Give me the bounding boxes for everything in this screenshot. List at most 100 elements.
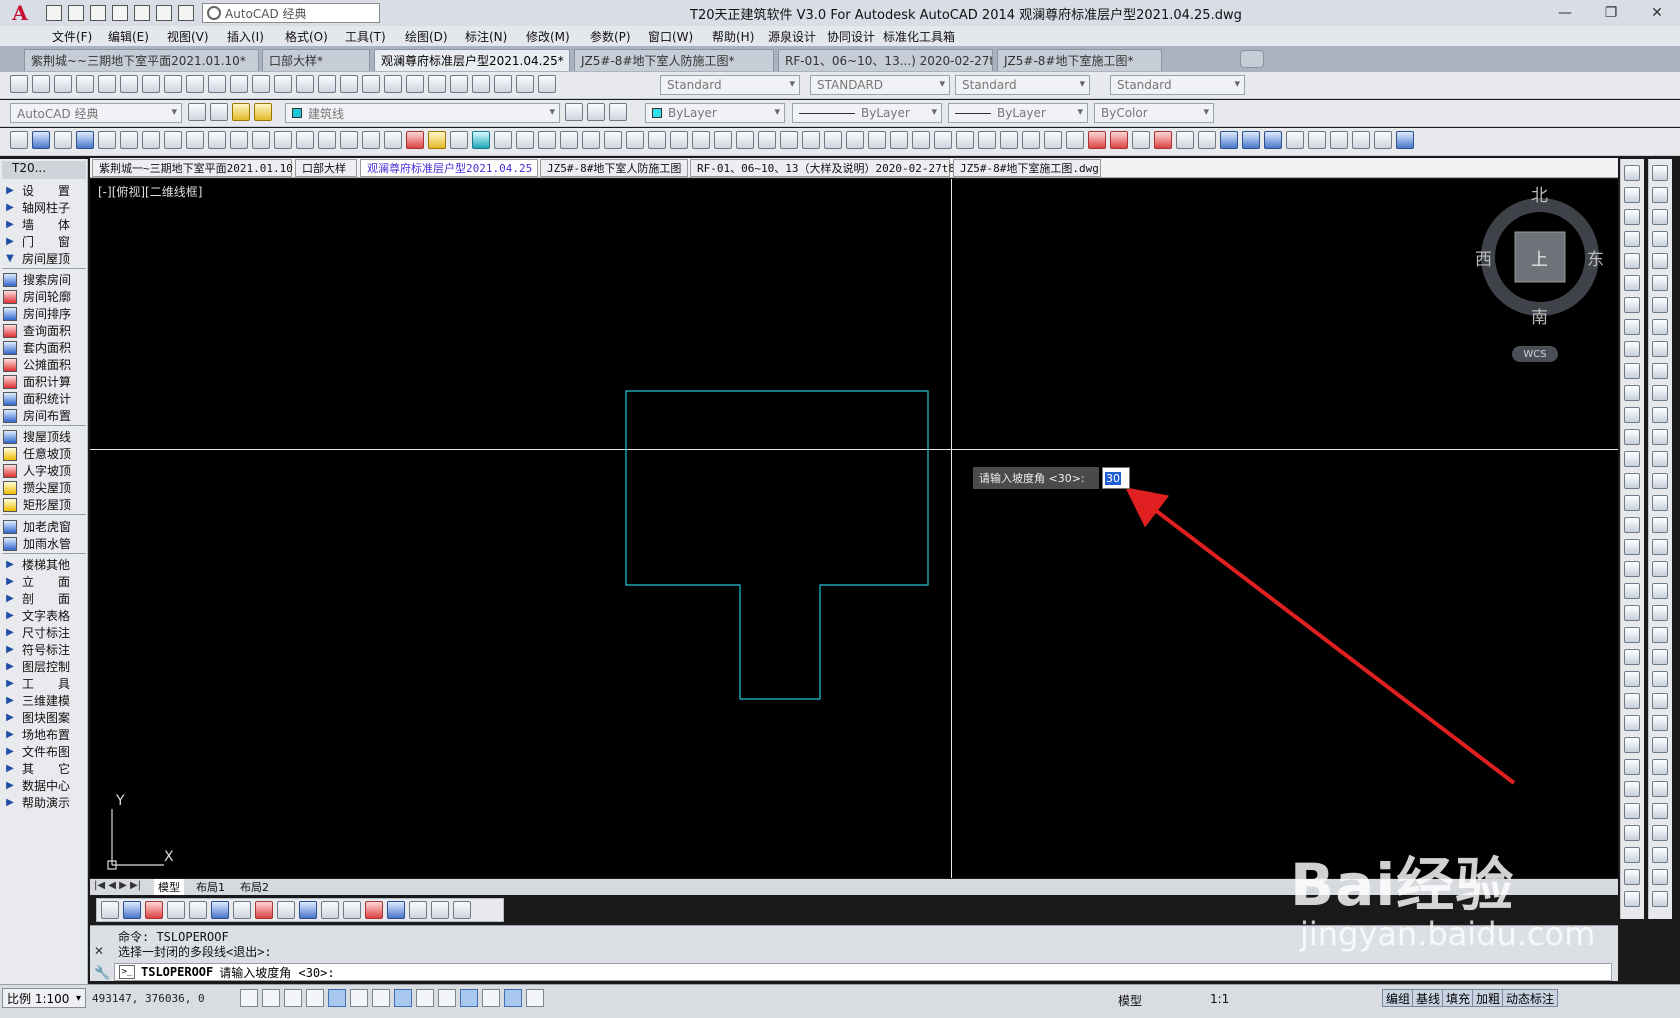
paste-icon[interactable] [208, 75, 226, 93]
tianzheng-tool-23-icon[interactable] [1652, 671, 1668, 687]
toolbar-tool-56-icon[interactable] [1242, 131, 1260, 149]
room-command-3[interactable]: 查询面积 [0, 322, 88, 339]
drafting-setting-10-icon[interactable] [460, 989, 478, 1007]
make-current-icon[interactable] [565, 103, 583, 121]
sun-icon[interactable] [254, 103, 272, 121]
toolbar-tool-23-icon[interactable] [516, 131, 534, 149]
modify-tool-5-icon[interactable] [1624, 275, 1640, 291]
tianzheng-tool-1-icon[interactable] [1652, 187, 1668, 203]
toolbar-tool-3-icon[interactable] [76, 131, 94, 149]
plotstyle-select[interactable]: ByColor [1094, 103, 1214, 123]
tianzheng-tool-0-icon[interactable] [1652, 165, 1668, 181]
tianzheng-tool-20-icon[interactable] [1652, 605, 1668, 621]
toolbar-tool-35-icon[interactable] [780, 131, 798, 149]
layer-select[interactable]: 建筑线 [285, 103, 560, 123]
compass-east[interactable]: 东 [1587, 245, 1604, 270]
menu-item-5[interactable]: 工具(T) [345, 28, 386, 45]
model-space-label[interactable]: 模型 [1118, 992, 1142, 1009]
file-tab-2[interactable]: 观澜尊府标准层户型2021.04.25 [360, 159, 538, 177]
match-prop-icon[interactable] [230, 75, 248, 93]
modify-tool-33-icon[interactable] [1624, 891, 1640, 907]
toolbar-tool-63-icon[interactable] [1396, 131, 1414, 149]
toolbar-tool-62-icon[interactable] [1374, 131, 1392, 149]
tianzheng-tool-17-icon[interactable] [1652, 539, 1668, 555]
modify-tool-31-icon[interactable] [1624, 847, 1640, 863]
toolbar-tool-4-icon[interactable] [98, 131, 116, 149]
zoom-previous-icon[interactable] [384, 75, 402, 93]
command-input[interactable]: >_ TSLOPEROOF 请输入坡度角 <30>: [114, 963, 1612, 981]
toolbar-tool-60-icon[interactable] [1330, 131, 1348, 149]
tianzheng-bottom-tool-15-icon[interactable] [431, 901, 449, 919]
drafting-setting-8-icon[interactable] [416, 989, 434, 1007]
color-select[interactable]: ByLayer [645, 103, 785, 123]
menu-group-more-2[interactable]: ▶ 剖 面 [0, 590, 88, 607]
tianzheng-tool-15-icon[interactable] [1652, 495, 1668, 511]
annotation-scale[interactable]: 1:1 [1210, 992, 1229, 1006]
sheetset-icon[interactable] [472, 75, 490, 93]
toolbar-tool-1-icon[interactable] [32, 131, 50, 149]
command-prompt-icon[interactable]: >_ [119, 965, 135, 979]
drafting-setting-7-icon[interactable] [394, 989, 412, 1007]
modify-tool-2-icon[interactable] [1624, 209, 1640, 225]
menu-group-more-3[interactable]: ▶ 文字表格 [0, 607, 88, 624]
tianzheng-bottom-tool-1-icon[interactable] [123, 901, 141, 919]
layer-previous-icon[interactable] [587, 103, 605, 121]
toolbar-tool-58-icon[interactable] [1286, 131, 1304, 149]
drafting-setting-1-icon[interactable] [262, 989, 280, 1007]
workspace-select[interactable]: AutoCAD 经典 [202, 3, 380, 23]
menu-item-8[interactable]: 修改(M) [526, 28, 570, 45]
dim-style-select[interactable]: STANDARD [810, 75, 950, 95]
toolbar-tool-6-icon[interactable] [142, 131, 160, 149]
save-icon[interactable] [90, 5, 106, 21]
toolbar-tool-15-icon[interactable] [340, 131, 358, 149]
dynamic-input-field[interactable]: 30 [1102, 467, 1130, 489]
toolbar-tool-51-icon[interactable] [1132, 131, 1150, 149]
tianzheng-bottom-tool-9-icon[interactable] [299, 901, 317, 919]
tianzheng-bottom-tool-4-icon[interactable] [189, 901, 207, 919]
modify-tool-1-icon[interactable] [1624, 187, 1640, 203]
toolbar-tool-44-icon[interactable] [978, 131, 996, 149]
tianzheng-tool-31-icon[interactable] [1652, 847, 1668, 863]
tianzheng-tool-3-icon[interactable] [1652, 231, 1668, 247]
lineweight-select[interactable]: ByLayer [948, 103, 1088, 123]
menu-item-4[interactable]: 格式(O) [285, 28, 328, 45]
toolbar-tool-54-icon[interactable] [1198, 131, 1216, 149]
tianzheng-tool-19-icon[interactable] [1652, 583, 1668, 599]
drafting-setting-4-icon[interactable] [328, 989, 346, 1007]
tianzheng-tool-5-icon[interactable] [1652, 275, 1668, 291]
toolbar-tool-28-icon[interactable] [626, 131, 644, 149]
layout-tab-2[interactable]: 布局2 [240, 879, 269, 895]
menu-item-10[interactable]: 窗口(W) [648, 28, 693, 45]
drafting-setting-2-icon[interactable] [284, 989, 302, 1007]
compass-west[interactable]: 西 [1475, 245, 1492, 270]
new-file-icon[interactable] [46, 5, 62, 21]
toolbar-tool-45-icon[interactable] [1000, 131, 1018, 149]
scale-select[interactable]: 比例 1:100 ▾ [2, 988, 86, 1008]
menu-item-11[interactable]: 帮助(H) [712, 28, 754, 45]
modify-tool-30-icon[interactable] [1624, 825, 1640, 841]
file-tab-4[interactable]: RF-01、06~10、13（大样及说明）2020-02-27t8 [690, 159, 955, 177]
menu-group-more-7[interactable]: ▶ 工 具 [0, 675, 88, 692]
toolbar-tool-38-icon[interactable] [846, 131, 864, 149]
toolbar-tool-26-icon[interactable] [582, 131, 600, 149]
room-command-7[interactable]: 面积统计 [0, 390, 88, 407]
status-toggle-1[interactable]: 基线 [1412, 989, 1445, 1007]
toolbar-tool-48-icon[interactable] [1066, 131, 1084, 149]
doc-tab-0[interactable]: 紫荆城~~三期地下室平面2021.01.10* [24, 49, 259, 71]
pan-icon[interactable] [318, 75, 336, 93]
tianzheng-tool-7-icon[interactable] [1652, 319, 1668, 335]
toolbar-tool-0-icon[interactable] [10, 131, 28, 149]
modify-tool-20-icon[interactable] [1624, 605, 1640, 621]
modify-tool-12-icon[interactable] [1624, 429, 1640, 445]
redo-icon[interactable] [178, 5, 194, 21]
toolbar-tool-8-icon[interactable] [186, 131, 204, 149]
drafting-setting-6-icon[interactable] [372, 989, 390, 1007]
toolbar-tool-53-icon[interactable] [1176, 131, 1194, 149]
toolbar-tool-7-icon[interactable] [164, 131, 182, 149]
toolbar-tool-9-icon[interactable] [208, 131, 226, 149]
room-command-4[interactable]: 套内面积 [0, 339, 88, 356]
doc-tab-4[interactable]: RF-01、06~10、13...) 2020-02-27t8* [778, 49, 993, 71]
status-toggle-4[interactable]: 动态标注 [1502, 989, 1559, 1007]
tianzheng-bottom-tool-0-icon[interactable] [101, 901, 119, 919]
tianzheng-tool-28-icon[interactable] [1652, 781, 1668, 797]
